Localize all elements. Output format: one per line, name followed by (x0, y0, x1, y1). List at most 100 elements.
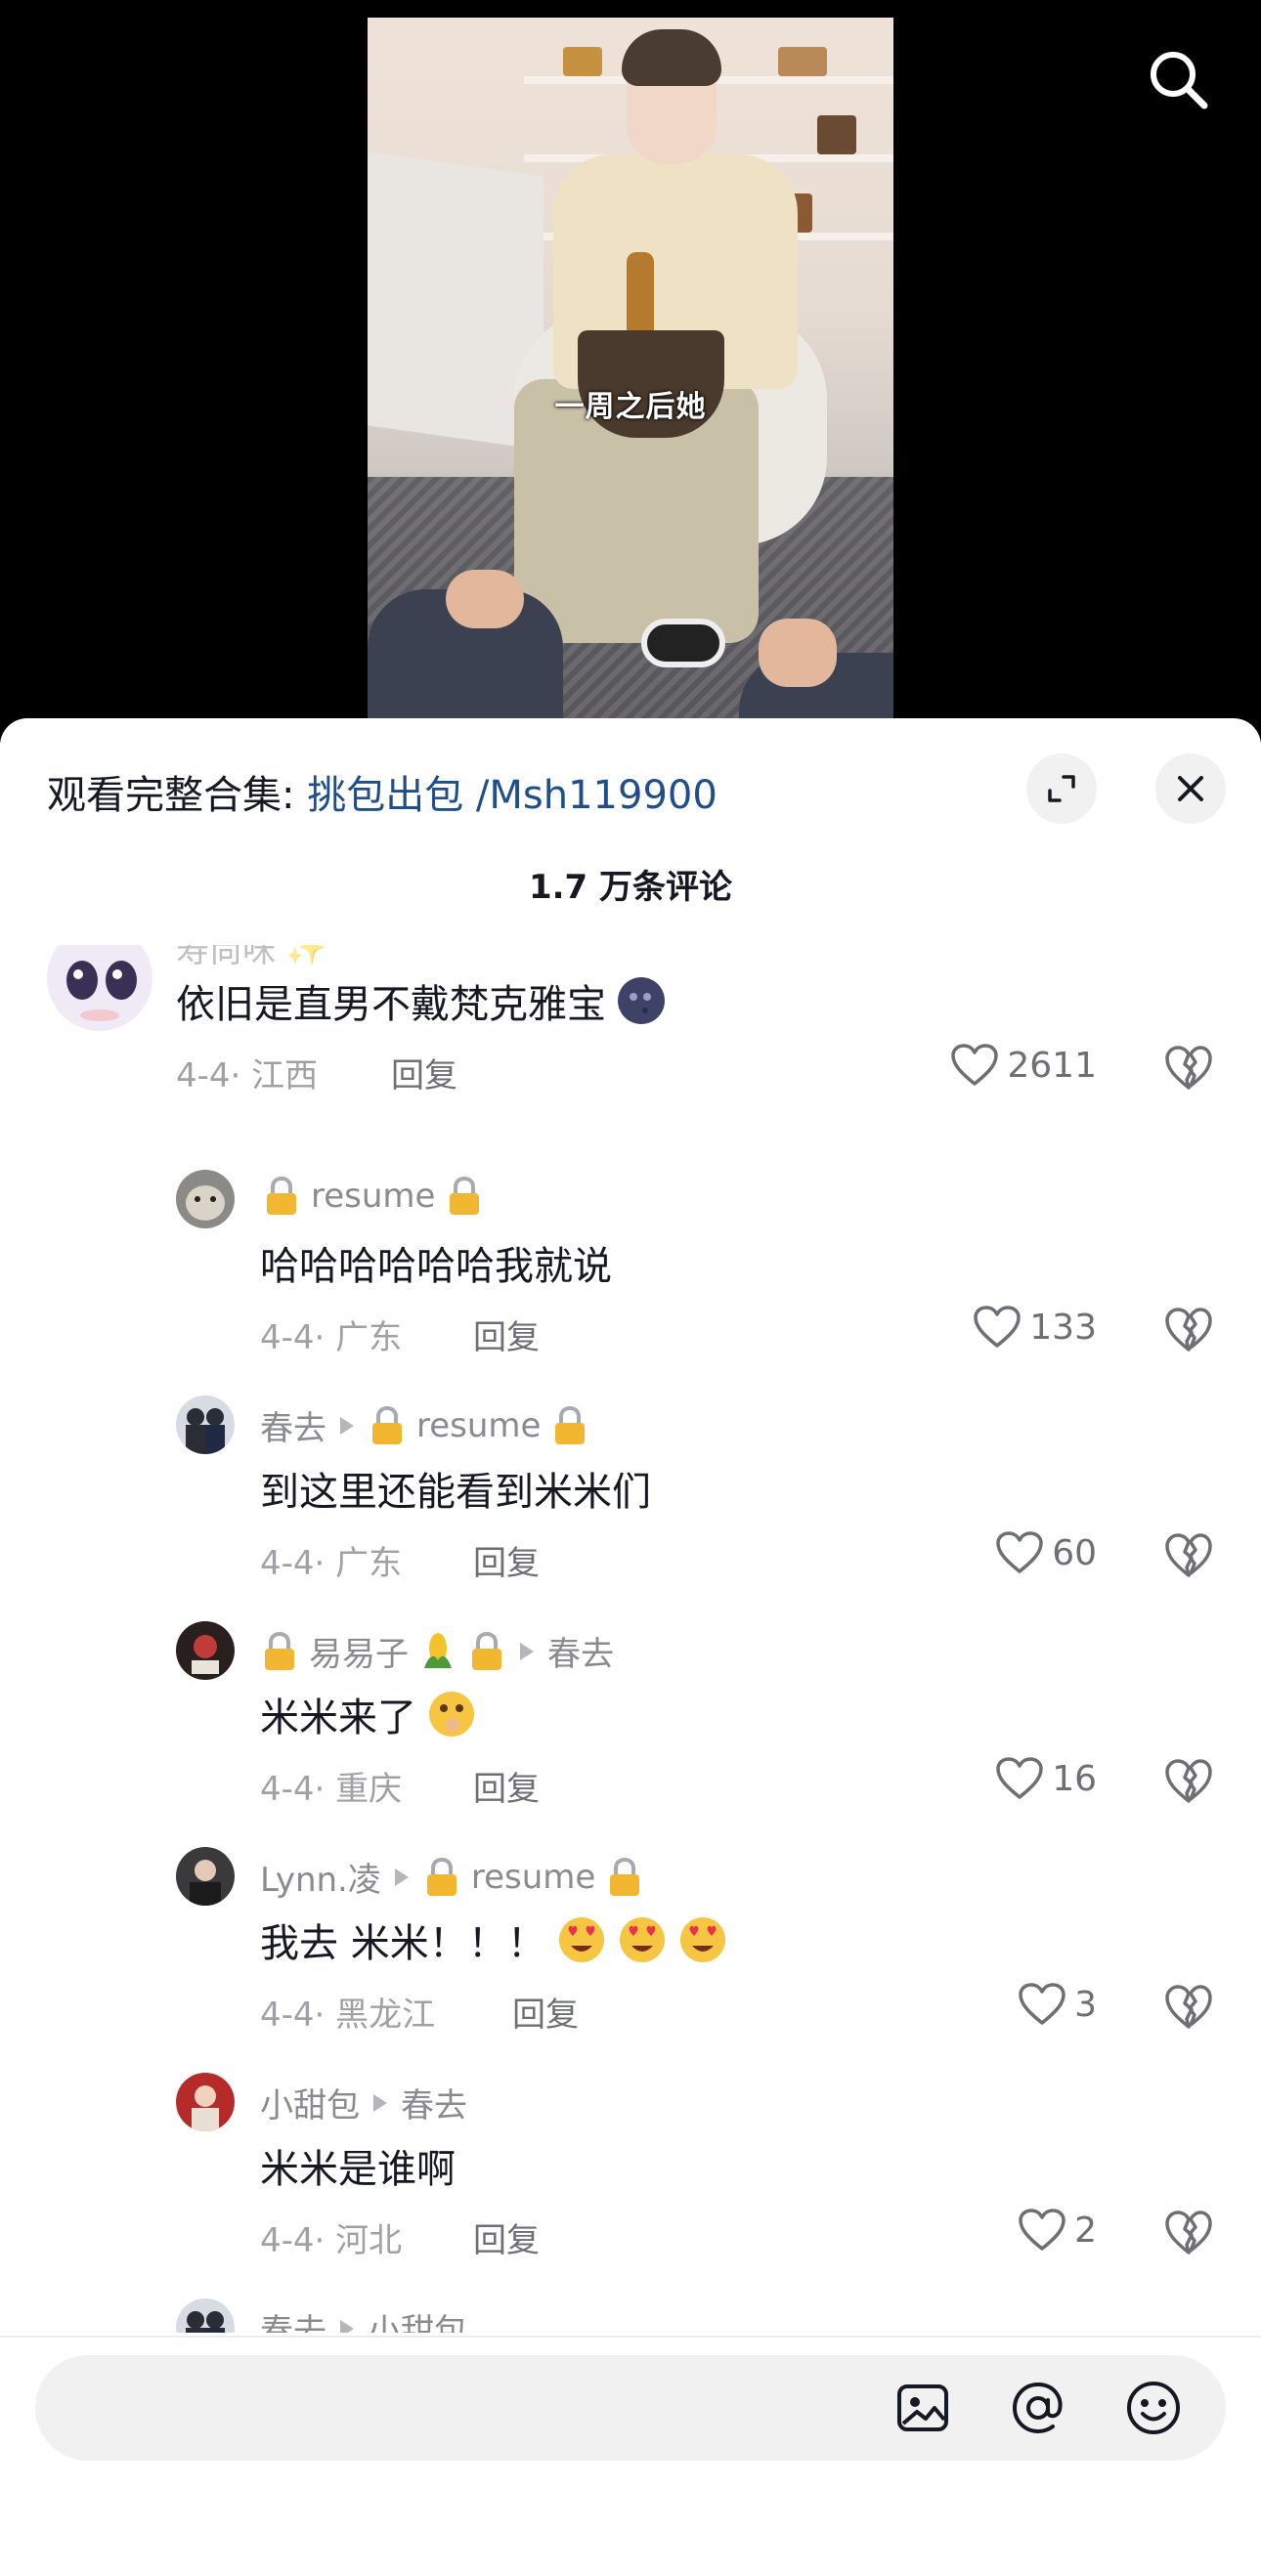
like-button[interactable]: 2611 (950, 1043, 1097, 1088)
smiley-icon (1127, 2382, 1180, 2434)
lock-emoji-icon (267, 1176, 296, 1215)
comment-author[interactable]: Lynn.凌 resume (260, 1853, 644, 1901)
avatar[interactable] (176, 1621, 235, 1680)
person-hair (622, 29, 721, 86)
close-button[interactable] (1155, 753, 1226, 824)
broken-heart-icon (1165, 1308, 1212, 1352)
reply-item: 春去 小甜包 (0, 2298, 1261, 2333)
heart-icon (974, 1306, 1022, 1348)
broken-heart-icon (1165, 1759, 1212, 1803)
reply-arrow-icon (340, 2319, 354, 2333)
heart-icon (951, 1044, 999, 1086)
heart-icon (1019, 2209, 1065, 2251)
shelf-bag (563, 47, 602, 76)
dislike-button[interactable] (1163, 1530, 1214, 1581)
comment-text: 米米是谁啊 (260, 2147, 456, 2192)
lock-emoji-icon (555, 1405, 586, 1444)
sparkle-icon: ✨ (285, 945, 327, 967)
comment-list[interactable]: 寿尚咪 ✨ 依旧是直男不戴梵克雅宝 4-4· 江西 回复 2611 resume… (0, 945, 1261, 2333)
reply-button[interactable]: 回复 (473, 1536, 540, 1584)
broken-heart-icon (1165, 1533, 1212, 1577)
comment-text: 我去 米米！！！ (260, 1911, 728, 1968)
collection-link[interactable]: 挑包出包 /Msh119900 (307, 773, 717, 818)
expand-button[interactable] (1026, 753, 1097, 824)
foreground-hand (446, 570, 524, 628)
like-count: 2 (1074, 2210, 1097, 2251)
video-player[interactable]: 一周之后她 (0, 0, 1261, 743)
heart-eyes-emoji-icon (619, 1917, 665, 1962)
avatar[interactable] (176, 2073, 235, 2131)
comment-author[interactable]: 春去 resume (260, 1401, 589, 1449)
dislike-button[interactable] (1163, 1982, 1214, 2033)
comment-item: 寿尚咪 ✨ 依旧是直男不戴梵克雅宝 4-4· 江西 回复 2611 (0, 945, 1261, 1140)
comment-author[interactable]: 寿尚咪 ✨ (176, 945, 326, 971)
comment-date-region: 4-4· 广东 (260, 1318, 403, 1357)
like-button[interactable]: 3 (1018, 1982, 1097, 2027)
shoe (641, 619, 725, 667)
dislike-button[interactable] (1163, 1305, 1214, 1355)
comment-sheet: 观看完整合集: 挑包出包 /Msh119900 1.7 万条评论 寿尚咪 ✨ 依… (0, 718, 1261, 2576)
corn-emoji-icon (424, 1632, 452, 1668)
comment-date-region: 4-4· 河北 (260, 2221, 403, 2260)
reply-item: Lynn.凌 resume 我去 米米！！！ 4-4· 黑龙江 回复 3 (0, 1847, 1261, 2062)
comment-date-region: 4-4· 江西 (176, 1056, 319, 1095)
comment-author[interactable]: 易易子 春去 (260, 1627, 614, 1675)
close-icon (1178, 776, 1203, 801)
like-count: 3 (1074, 1984, 1097, 2025)
avatar[interactable] (176, 2298, 235, 2333)
avatar[interactable] (176, 1395, 235, 1454)
video-caption: 一周之后她 (554, 390, 707, 424)
shelf-bag (778, 47, 827, 76)
lock-emoji-icon (372, 1405, 402, 1444)
comment-text: 哈哈哈哈哈哈我就说 (260, 1244, 612, 1289)
reply-button[interactable]: 回复 (473, 1762, 540, 1810)
reply-button[interactable]: 回复 (391, 1049, 457, 1096)
comment-author[interactable]: 春去 小甜包 (260, 2304, 467, 2333)
reply-arrow-icon (340, 1416, 354, 1435)
reply-arrow-icon (373, 2093, 387, 2112)
comment-date-region: 4-4· 黑龙江 (260, 1996, 436, 2035)
reply-button[interactable]: 回复 (473, 1310, 540, 1358)
like-button[interactable]: 16 (995, 1756, 1097, 1801)
like-button[interactable]: 133 (973, 1305, 1097, 1350)
avatar[interactable] (176, 1170, 235, 1228)
comment-date-region: 4-4· 广东 (260, 1544, 403, 1583)
comment-input-bar[interactable] (35, 2355, 1226, 2461)
comment-author[interactable]: resume (262, 1176, 484, 1217)
at-icon (1012, 2382, 1063, 2434)
like-count: 2611 (1007, 1045, 1097, 1086)
dislike-button[interactable] (1163, 1756, 1214, 1807)
search-icon (1151, 52, 1208, 109)
comment-input[interactable] (74, 2379, 876, 2437)
heart-icon (996, 1757, 1043, 1799)
like-button[interactable]: 2 (1018, 2208, 1097, 2253)
broken-heart-icon (1165, 2211, 1212, 2254)
dark-moon-emoji-icon (618, 977, 665, 1024)
shush-face-emoji-icon (429, 1692, 474, 1737)
reply-button[interactable]: 回复 (512, 1988, 579, 2036)
broken-heart-icon (1165, 1046, 1212, 1090)
reply-item: 春去 resume 到这里还能看到米米们 4-4· 广东 回复 60 (0, 1395, 1261, 1610)
foreground-hand (759, 619, 837, 687)
lock-emoji-icon (450, 1176, 480, 1215)
emoji-button[interactable] (1124, 2379, 1183, 2437)
dislike-button[interactable] (1163, 1043, 1214, 1094)
mention-button[interactable] (1009, 2379, 1067, 2437)
video-frame[interactable]: 一周之后她 (368, 18, 893, 743)
collection-banner[interactable]: 观看完整合集: 挑包出包 /Msh119900 (47, 763, 717, 820)
reply-item: resume 哈哈哈哈哈哈我就说 4-4· 广东 回复 133 (0, 1170, 1261, 1385)
comment-author[interactable]: 小甜包 春去 (260, 2079, 467, 2126)
lock-emoji-icon (426, 1857, 457, 1896)
avatar[interactable] (176, 1847, 235, 1906)
reply-button[interactable]: 回复 (473, 2213, 540, 2261)
heart-eyes-emoji-icon (558, 1917, 604, 1962)
comment-count: 1.7 万条评论 (528, 868, 733, 907)
shelf-bag (817, 115, 856, 154)
avatar[interactable] (47, 945, 152, 1031)
like-button[interactable]: 60 (995, 1530, 1097, 1575)
reply-item: 易易子 春去 米米来了 4-4· 重庆 回复 16 (0, 1621, 1261, 1836)
image-button[interactable] (893, 2379, 952, 2437)
search-button[interactable] (1144, 45, 1212, 113)
expand-icon (1048, 775, 1075, 802)
dislike-button[interactable] (1163, 2208, 1214, 2258)
